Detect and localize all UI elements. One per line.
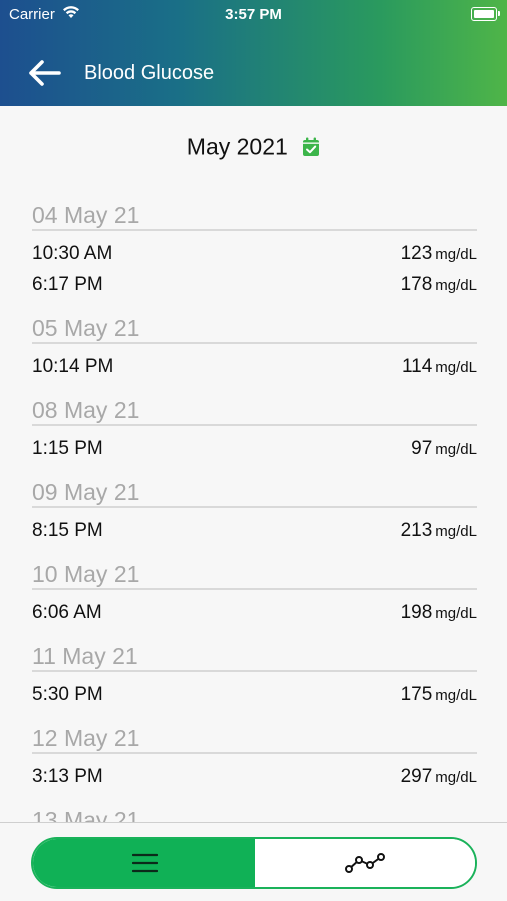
reading-row[interactable]: 6:06 AM 198 mg/dL: [32, 600, 477, 631]
reading-row[interactable]: 10:14 PM 114 mg/dL: [32, 354, 477, 385]
date-header: 09 May 21: [32, 473, 477, 508]
status-bar: Carrier 3:57 PM: [0, 0, 507, 30]
date-group: 10 May 21 6:06 AM 198 mg/dL: [32, 555, 477, 637]
date-group: 11 May 21 5:30 PM 175 mg/dL: [32, 637, 477, 719]
reading-row[interactable]: 6:17 PM 178 mg/dL: [32, 272, 477, 303]
reading-unit: mg/dL: [435, 246, 477, 263]
battery-icon: [471, 7, 500, 21]
date-header: 08 May 21: [32, 391, 477, 426]
reading-value: 213 mg/dL: [401, 520, 477, 542]
reading-unit: mg/dL: [435, 277, 477, 294]
reading-unit: mg/dL: [435, 605, 477, 622]
reading-time: 3:13 PM: [32, 766, 103, 787]
reading-row[interactable]: 8:15 PM 213 mg/dL: [32, 518, 477, 549]
reading-number: 297: [400, 766, 433, 787]
page-title: Blood Glucose: [84, 62, 215, 84]
reading-unit: mg/dL: [435, 441, 477, 458]
reading-time: 1:15 PM: [32, 438, 103, 459]
reading-time: 5:30 PM: [32, 684, 103, 705]
date-group: 08 May 21 1:15 PM 97 mg/dL: [32, 391, 477, 473]
reading-unit: mg/dL: [435, 523, 477, 540]
date-group: 12 May 21 3:13 PM 297 mg/dL: [32, 719, 477, 801]
reading-value: 297 mg/dL: [401, 766, 477, 788]
view-toggle: [31, 837, 477, 889]
period-selector: May 2021: [0, 132, 507, 160]
reading-value: 175 mg/dL: [401, 684, 477, 706]
reading-number: 114: [402, 356, 433, 377]
clock: 3:57 PM: [225, 6, 282, 23]
reading-value: 114 mg/dL: [402, 356, 477, 378]
date-group: 05 May 21 10:14 PM 114 mg/dL: [32, 309, 477, 391]
reading-unit: mg/dL: [435, 769, 477, 786]
arrow-left-icon: [29, 60, 61, 86]
reading-time: 8:15 PM: [32, 520, 103, 541]
reading-number: 97: [411, 438, 433, 459]
list-icon: [132, 853, 158, 873]
reading-row[interactable]: 10:30 AM 123 mg/dL: [32, 241, 477, 272]
date-group: 04 May 21 10:30 AM 123 mg/dL 6:17 PM 178 mg/dL: [32, 196, 477, 309]
period-label: May 2021: [186, 133, 288, 160]
reading-number: 178: [400, 274, 433, 295]
reading-value: 198 mg/dL: [401, 602, 477, 624]
date-group: 09 May 21 8:15 PM 213 mg/dL: [32, 473, 477, 555]
date-header: 13 May 21: [32, 801, 477, 822]
date-header: 12 May 21: [32, 719, 477, 754]
readings-list[interactable]: 04 May 21 10:30 AM 123 mg/dL 6:17 PM 178 mg/dL…: [32, 196, 477, 822]
reading-row[interactable]: 1:15 PM 97 mg/dL: [32, 436, 477, 467]
reading-unit: mg/dL: [435, 359, 477, 376]
reading-number: 123: [400, 243, 433, 264]
back-button[interactable]: [28, 58, 64, 88]
reading-value: 97 mg/dL: [411, 438, 477, 460]
list-view-button[interactable]: [33, 839, 255, 887]
app-header: Carrier 3:57 PM Blood Glucose: [0, 0, 507, 106]
reading-unit: mg/dL: [435, 687, 477, 704]
calendar-check-icon[interactable]: [302, 137, 320, 157]
date-header: 05 May 21: [32, 309, 477, 344]
bottom-toolbar: [0, 822, 507, 901]
reading-time: 10:30 AM: [32, 243, 113, 264]
reading-time: 6:17 PM: [32, 274, 103, 295]
reading-number: 175: [400, 684, 433, 705]
reading-number: 213: [400, 520, 433, 541]
line-chart-icon: [345, 853, 385, 873]
reading-row[interactable]: 5:30 PM 175 mg/dL: [32, 682, 477, 713]
date-header: 04 May 21: [32, 196, 477, 231]
reading-time: 6:06 AM: [32, 602, 102, 623]
reading-value: 123 mg/dL: [401, 243, 477, 265]
reading-value: 178 mg/dL: [401, 274, 477, 296]
reading-time: 10:14 PM: [32, 356, 114, 377]
date-group: 13 May 21: [32, 801, 477, 822]
date-header: 11 May 21: [32, 637, 477, 672]
reading-row[interactable]: 3:13 PM 297 mg/dL: [32, 764, 477, 795]
chart-view-button[interactable]: [255, 839, 475, 887]
reading-number: 198: [400, 602, 433, 623]
date-header: 10 May 21: [32, 555, 477, 590]
